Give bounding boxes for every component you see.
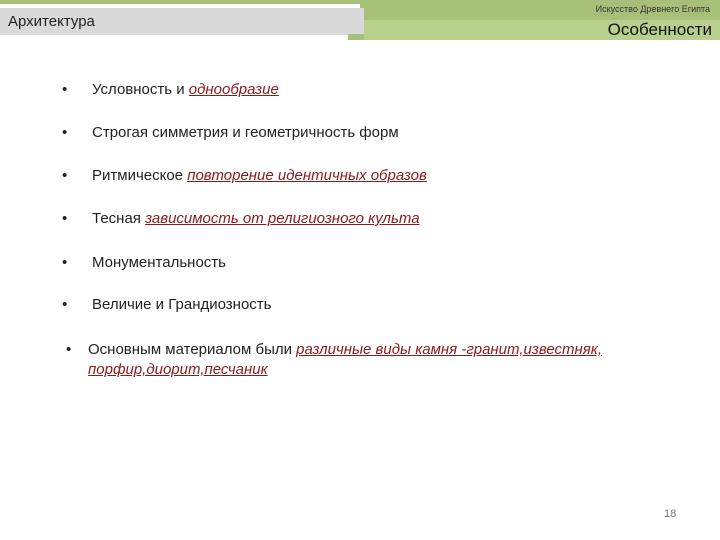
bullet-list: • Условность и однообразие • Строгая симме… (0, 0, 720, 540)
bullet-dot: • (62, 210, 68, 227)
bullet-dot: • (62, 167, 68, 184)
list-item: • Величие и Грандиозность (62, 295, 271, 315)
bullet-dot: • (62, 296, 68, 313)
list-item-text: Условность и (92, 81, 189, 98)
bullet-dot: • (66, 341, 72, 358)
list-item-emphasis: повторение идентичных образов (187, 167, 427, 184)
bullet-dot: • (62, 254, 68, 271)
list-item-material: • Основным материалом были различные виды… (66, 340, 666, 380)
list-item-text: Строгая симметрия и геометричность форм (92, 124, 399, 141)
list-item-emphasis: различные виды камня -гранит,известняк, (296, 341, 603, 358)
list-item: • Тесная зависимость от религиозного куль… (62, 209, 420, 229)
list-item-emphasis: зависимость от религиозного культа (145, 210, 420, 227)
list-item: • Ритмическое повторение идентичных образ… (62, 166, 427, 186)
list-item: • Строгая симметрия и геометричность форм (62, 123, 399, 143)
list-item-text: Тесная (92, 210, 146, 227)
list-item: • Монументальность (62, 253, 226, 273)
list-item-emphasis: однообразие (188, 81, 279, 98)
list-item-emphasis-continued: порфир,диорит,песчаник (88, 361, 268, 378)
list-item-text: Монументальность (92, 254, 226, 271)
list-item: • Условность и однообразие (62, 80, 279, 100)
list-item-text: Основным материалом были (88, 341, 297, 358)
list-item-text: Ритмическое (92, 167, 188, 184)
bullet-dot: • (62, 81, 68, 98)
list-item-text: Величие и Грандиозность (92, 296, 272, 313)
page-number: 18 (664, 508, 677, 520)
bullet-dot: • (62, 124, 68, 141)
